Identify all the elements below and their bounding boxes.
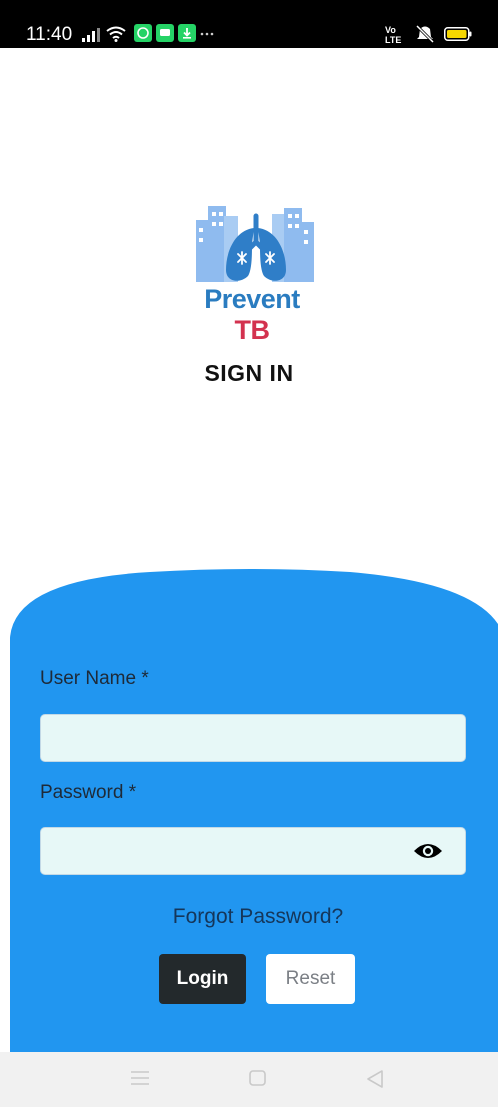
forgot-password-link[interactable]: Forgot Password? [0,905,498,929]
lungs-buildings-icon [196,206,314,282]
logo-text: Prevent TB [186,284,318,346]
back-triangle-icon[interactable] [366,1070,384,1088]
home-square-icon[interactable] [249,1070,267,1086]
whatsapp-icon [134,24,152,42]
status-icons-right: Vo LTE [384,24,484,46]
logo-word-prevent: Prevent [204,284,300,314]
page-title: SIGN IN [204,360,294,386]
more-dots-icon [200,32,214,36]
mute-icon [415,25,435,43]
navigation-bar [0,1052,498,1107]
username-label: User Name * [40,668,149,689]
message-icon [156,24,174,42]
svg-text:LTE: LTE [385,35,401,44]
status-time: 11:40 [26,24,73,45]
eye-icon[interactable] [413,841,443,861]
logo-word-tb: TB [234,315,271,345]
prevent-tb-logo: Prevent TB [186,198,326,345]
password-input[interactable] [40,827,466,875]
login-button[interactable]: Login [159,954,246,1004]
menu-icon[interactable] [131,1070,149,1086]
signal-icon [82,28,100,42]
volte-icon: Vo LTE [385,25,401,44]
download-icon [178,24,196,42]
form-panel [10,569,498,1052]
svg-text:Vo: Vo [385,25,396,35]
status-bar: 11:40 Vo LTE [0,0,498,48]
reset-button[interactable]: Reset [266,954,355,1004]
wifi-icon [106,26,126,42]
battery-icon [444,27,472,41]
password-label: Password * [40,782,137,803]
username-input[interactable] [40,714,466,762]
